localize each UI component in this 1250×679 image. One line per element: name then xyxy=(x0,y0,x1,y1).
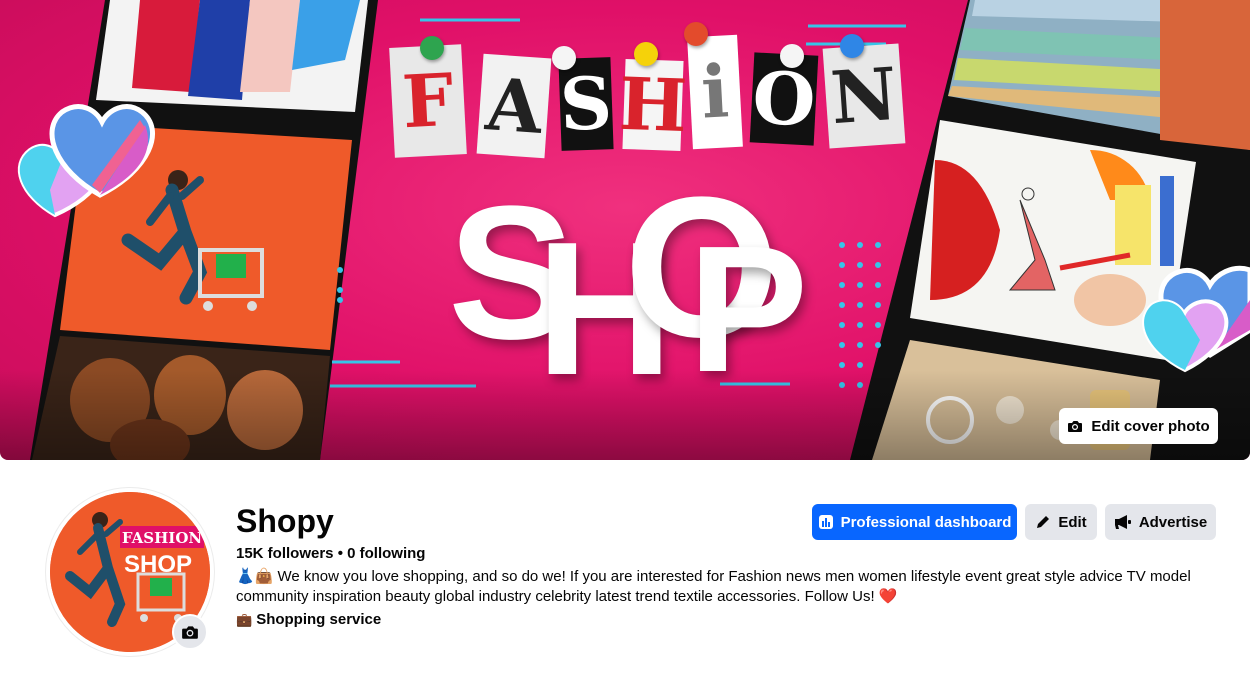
pin-white-2 xyxy=(780,44,804,68)
bio-text: We know you love shopping, and so do we!… xyxy=(236,568,1191,605)
pin-white xyxy=(552,46,576,70)
bio-heart-emoji: ❤️ xyxy=(878,588,898,605)
megaphone-icon xyxy=(1114,515,1131,529)
dashboard-chart-icon xyxy=(818,515,833,529)
camera-icon xyxy=(1068,421,1083,432)
camera-icon xyxy=(182,626,198,639)
avatar-logo-bottom: SHOP xyxy=(124,551,192,578)
cover-letter-i: i xyxy=(687,34,743,150)
cover-letter-s: S xyxy=(558,57,614,151)
pin-blue xyxy=(840,34,864,58)
cover-letter-o: O xyxy=(749,52,819,146)
professional-dashboard-button[interactable]: Professional dashboard xyxy=(812,504,1017,540)
cover-letter-h: H xyxy=(618,59,688,151)
pencil-icon xyxy=(1037,516,1050,528)
avatar-logo-top: FASHION xyxy=(122,529,202,547)
advertise-button[interactable]: Advertise xyxy=(1105,504,1216,540)
page-bio: 👗👜 We know you love shopping, and so do … xyxy=(236,567,1196,607)
briefcase-icon: 💼 xyxy=(236,612,253,627)
cover-photo: F A S H i O N S H O P Edit cover photo xyxy=(0,0,1250,460)
pin-red xyxy=(684,22,708,46)
page-category: 💼 Shopping service xyxy=(236,611,381,629)
advertise-label: Advertise xyxy=(1138,513,1208,531)
update-avatar-button[interactable] xyxy=(172,614,208,650)
edit-cover-photo-label: Edit cover photo xyxy=(1091,417,1210,435)
pin-yellow xyxy=(634,42,658,66)
page-title: Shopy xyxy=(236,503,334,539)
edit-page-button[interactable]: Edit xyxy=(1025,504,1097,540)
cover-letter-n: N xyxy=(822,43,906,149)
edit-page-label: Edit xyxy=(1058,513,1087,531)
professional-dashboard-label: Professional dashboard xyxy=(840,513,1012,531)
bio-emoji: 👗👜 xyxy=(236,568,274,585)
follow-stats[interactable]: 15K followers • 0 following xyxy=(236,545,425,563)
pin-green xyxy=(420,36,444,60)
category-label: Shopping service xyxy=(256,611,382,628)
cover-letter-f: F xyxy=(389,44,467,158)
edit-cover-photo-button[interactable]: Edit cover photo xyxy=(1059,408,1218,444)
cover-letter-a: A xyxy=(476,53,552,159)
